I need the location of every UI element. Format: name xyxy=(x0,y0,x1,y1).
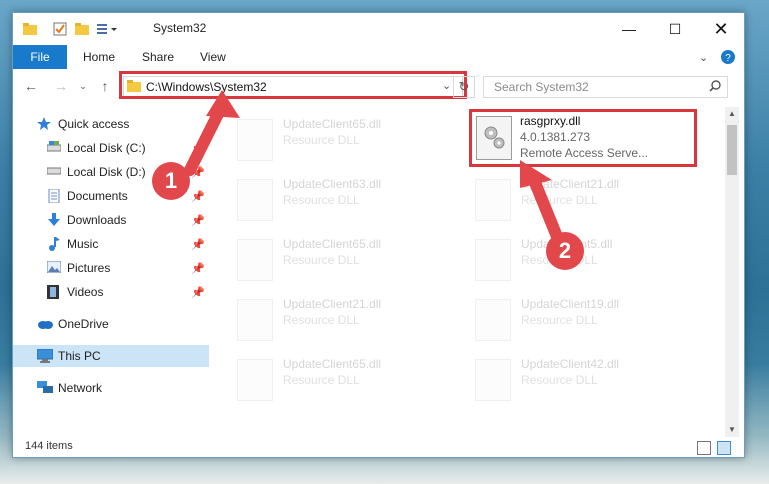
annotation-arrows xyxy=(184,90,566,250)
callout-badge-1: 1 xyxy=(152,162,190,200)
arrow-2-head xyxy=(520,160,552,188)
arrow-1-head xyxy=(206,90,240,118)
callout-badge-2: 2 xyxy=(546,232,584,270)
